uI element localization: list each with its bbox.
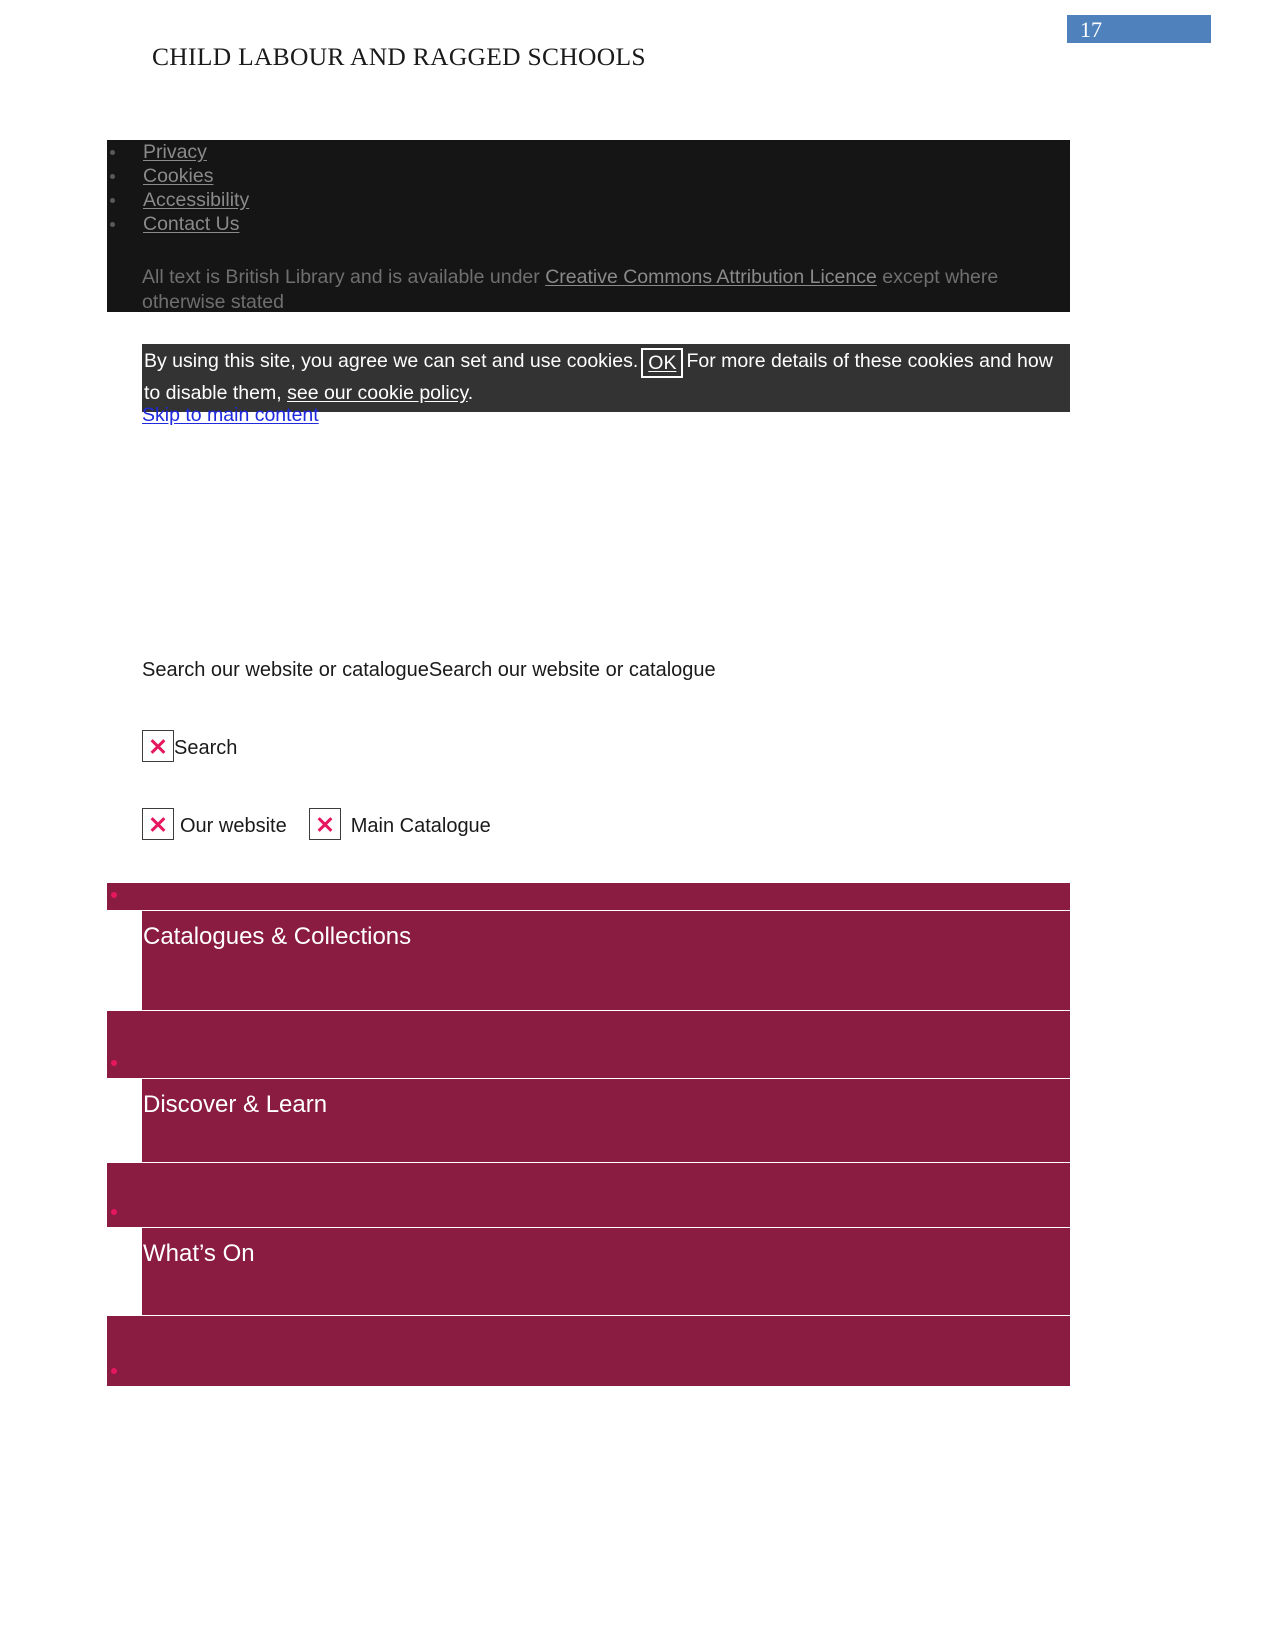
footer-links-list: Privacy Cookies Accessibility Contact Us — [107, 140, 1070, 236]
search-toggle-label: Search — [174, 737, 238, 759]
page-number-label: 17 — [1080, 17, 1102, 42]
cookie-policy-link[interactable]: see our cookie policy — [287, 382, 468, 404]
search-scope-our-website[interactable]: Our website — [180, 815, 287, 837]
attribution-prefix: All text is British Library and is avail… — [142, 266, 546, 288]
main-navigation: Catalogues & Collections Discover & Lear… — [107, 883, 1107, 1386]
cookie-notice-trailing-period: . — [467, 382, 474, 404]
creative-commons-link[interactable]: Creative Commons Attribution Licence — [545, 266, 877, 288]
broken-image-icon — [308, 808, 341, 840]
search-toggle[interactable]: Search — [142, 730, 237, 762]
cookie-accept-button[interactable]: OK — [641, 348, 684, 378]
nav-label-whats-on: What’s On — [143, 1240, 255, 1267]
list-item[interactable]: Contact Us — [107, 212, 1070, 236]
list-item[interactable]: Cookies — [107, 164, 1070, 188]
nav-label-discover-learn: Discover & Learn — [143, 1091, 328, 1118]
nav-label-block[interactable]: Discover & Learn — [142, 1079, 1070, 1163]
footer-link-cookies[interactable]: Cookies — [143, 165, 213, 187]
footer-link-privacy[interactable]: Privacy — [143, 141, 207, 163]
cookie-notice-bar: By using this site, you agree we can set… — [142, 344, 1070, 412]
nav-bullet-strip — [107, 1163, 1070, 1228]
nav-label-block[interactable]: What’s On — [142, 1228, 1070, 1316]
document-running-header: CHILD LABOUR AND RAGGED SCHOOLS — [0, 42, 1275, 82]
nav-item-catalogues-collections[interactable]: Catalogues & Collections — [107, 883, 1107, 1011]
nav-item-whats-on[interactable]: What’s On — [107, 1163, 1107, 1316]
footer-link-accessibility[interactable]: Accessibility — [143, 189, 249, 211]
nav-bullet-strip — [107, 883, 1070, 911]
nav-item-discover-learn[interactable]: Discover & Learn — [107, 1011, 1107, 1163]
list-item[interactable]: Accessibility — [107, 188, 1070, 212]
broken-image-icon — [142, 730, 174, 762]
search-scope-options: Our website Main Catalogue — [142, 808, 491, 840]
search-caption: Search our website or catalogueSearch ou… — [142, 659, 716, 681]
nav-bullet-strip — [107, 1011, 1070, 1079]
footer-link-contact-us[interactable]: Contact Us — [143, 213, 239, 235]
nav-label-block[interactable]: Catalogues & Collections — [142, 911, 1070, 1011]
list-item[interactable]: Privacy — [107, 140, 1070, 164]
cookie-notice-text-primary: By using this site, you agree we can set… — [144, 350, 639, 372]
attribution-text: All text is British Library and is avail… — [142, 265, 1062, 315]
nav-label-catalogues-collections: Catalogues & Collections — [143, 923, 412, 950]
skip-to-main-content-link[interactable]: Skip to main content — [142, 404, 319, 427]
broken-image-icon — [142, 808, 174, 840]
nav-bullet-strip — [107, 1316, 1070, 1386]
page-title: CHILD LABOUR AND RAGGED SCHOOLS — [152, 42, 646, 71]
search-scope-main-catalogue[interactable]: Main Catalogue — [351, 815, 491, 837]
nav-item-trailing[interactable] — [107, 1316, 1107, 1386]
